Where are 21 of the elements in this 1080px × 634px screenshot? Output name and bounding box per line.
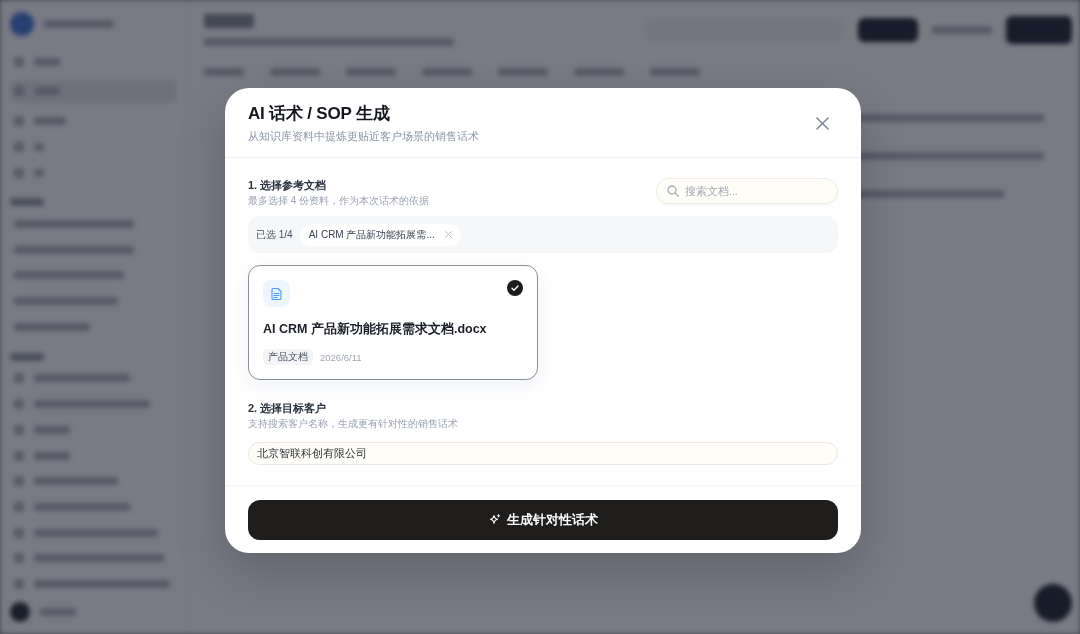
document-name: AI CRM 产品新功能拓展需求文档.docx (263, 321, 487, 338)
document-tag: 产品文档 (263, 349, 313, 365)
document-icon (263, 280, 290, 307)
generate-button[interactable]: 生成针对性话术 (248, 500, 838, 540)
section-hint: 最多选择 4 份资料，作为本次话术的依据 (248, 194, 430, 207)
document-card[interactable]: AI CRM 产品新功能拓展需求文档.docx 产品文档 2026/6/11 (248, 265, 538, 380)
selected-count: 已选 1/4 (256, 227, 293, 242)
section-hint: 支持搜索客户名称，生成更有针对性的销售话术 (248, 417, 458, 430)
remove-icon[interactable] (444, 231, 452, 238)
search-icon (667, 185, 679, 197)
document-date: 2026/6/11 (320, 351, 362, 363)
search-field[interactable]: 搜索文档... (656, 178, 838, 204)
customer-field[interactable]: 北京智联科创有限公司 (248, 442, 838, 465)
section-heading: 1. 选择参考文档 (248, 178, 327, 192)
dialog-title: AI 话术 / SOP 生成 (248, 103, 390, 125)
section-heading: 2. 选择目标客户 (248, 401, 327, 415)
close-icon (815, 116, 829, 130)
check-icon (507, 280, 523, 296)
dialog-subtitle: 从知识库资料中提炼更贴近客户场景的销售话术 (248, 129, 479, 144)
sparkle-icon (488, 514, 501, 526)
selected-document-chip[interactable]: AI CRM 产品新功能拓展需... (299, 223, 461, 246)
